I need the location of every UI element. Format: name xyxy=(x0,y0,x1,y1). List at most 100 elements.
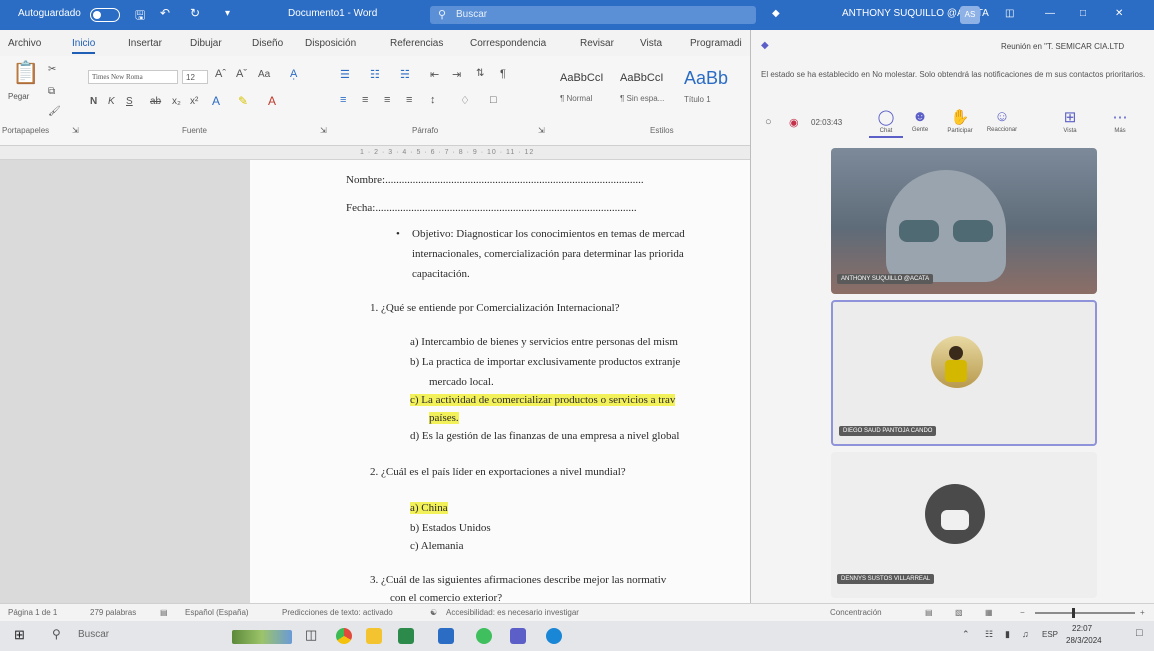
paragraph-launcher-icon[interactable]: ⇲ xyxy=(538,126,545,135)
shading-icon[interactable]: ♢ xyxy=(460,94,470,107)
borders-icon[interactable]: □ xyxy=(490,94,497,106)
customize-toolbar-icon[interactable]: ▾ xyxy=(225,8,230,19)
whatsapp-icon[interactable] xyxy=(476,628,492,644)
web-layout-icon[interactable]: ▦ xyxy=(985,608,993,617)
zoom-in-icon[interactable]: + xyxy=(1140,608,1145,617)
tab-disposicion[interactable]: Disposición xyxy=(305,38,356,49)
text-effects-icon[interactable]: A xyxy=(212,94,220,108)
autosave-toggle[interactable] xyxy=(90,8,120,22)
accessibility-status[interactable]: Accesibilidad: es necesario investigar xyxy=(446,608,579,617)
show-marks-icon[interactable]: ¶ xyxy=(500,68,506,80)
excel-icon[interactable] xyxy=(398,628,414,644)
react-button[interactable]: ☺ Reaccionar xyxy=(985,108,1019,133)
ruler[interactable]: 1 · 2 · 3 · 4 · 5 · 6 · 7 · 8 · 9 · 10 ·… xyxy=(0,146,760,160)
text-predictions-status[interactable]: Predicciones de texto: activado xyxy=(282,608,393,617)
input-language[interactable]: ESP xyxy=(1042,630,1058,639)
numbering-icon[interactable]: ☷ xyxy=(370,68,380,81)
justify-icon[interactable]: ≡ xyxy=(406,94,412,106)
tab-insertar[interactable]: Insertar xyxy=(128,38,162,49)
file-explorer-icon[interactable] xyxy=(366,628,382,644)
network-icon[interactable]: ☷ xyxy=(985,629,993,640)
word-count[interactable]: 279 palabras xyxy=(90,608,136,617)
subscript-icon[interactable]: x₂ xyxy=(172,96,181,107)
battery-icon[interactable]: ▮ xyxy=(1005,629,1010,640)
zoom-slider-thumb[interactable] xyxy=(1072,608,1075,618)
style-normal[interactable]: AaBbCcI ¶ Normal xyxy=(560,66,618,110)
tab-dibujar[interactable]: Dibujar xyxy=(190,38,222,49)
minimize-icon[interactable]: — xyxy=(1045,8,1055,19)
taskbar-search[interactable]: Buscar xyxy=(78,629,109,640)
participant-avatar-tile[interactable]: DIEGO SAUD PANTOJA CANDO xyxy=(831,300,1097,446)
accessibility-icon[interactable]: ☯ xyxy=(430,608,437,617)
font-name-select[interactable]: Times New Roma xyxy=(88,70,178,84)
tab-correspondencia[interactable]: Correspondencia xyxy=(470,38,546,49)
raise-hand-button[interactable]: ✋ Participar xyxy=(943,108,977,134)
decrease-indent-icon[interactable]: ⇤ xyxy=(430,68,439,81)
volume-icon[interactable]: ♫ xyxy=(1022,629,1029,639)
task-view-icon[interactable]: ◫ xyxy=(305,627,317,643)
more-button[interactable]: ⋯ Más xyxy=(1103,108,1137,134)
system-tray-chevron-icon[interactable]: ⌃ xyxy=(962,629,970,640)
search-icon[interactable]: ⚲ xyxy=(52,627,61,641)
bullets-icon[interactable]: ☰ xyxy=(340,68,350,81)
participant-video-tile[interactable]: ANTHONY SUQUILLO @ACATA xyxy=(831,148,1097,294)
tab-archivo[interactable]: Archivo xyxy=(8,38,41,49)
avatar[interactable]: AS xyxy=(960,6,980,24)
widgets-icon[interactable] xyxy=(232,630,292,644)
copy-icon[interactable]: ⧉ xyxy=(48,86,55,97)
sort-icon[interactable]: ⇅ xyxy=(476,68,484,79)
clipboard-launcher-icon[interactable]: ⇲ xyxy=(72,126,79,135)
align-left-icon[interactable]: ≡ xyxy=(340,94,346,106)
font-color-icon[interactable]: A xyxy=(268,94,276,108)
font-launcher-icon[interactable]: ⇲ xyxy=(320,126,327,135)
notifications-icon[interactable]: □ xyxy=(1136,627,1143,639)
align-right-icon[interactable]: ≡ xyxy=(384,94,390,106)
focus-mode-button[interactable]: Concentración xyxy=(830,608,882,617)
change-case-icon[interactable]: Aa xyxy=(258,69,270,80)
print-layout-icon[interactable]: ▧ xyxy=(955,608,963,617)
tab-revisar[interactable]: Revisar xyxy=(580,38,614,49)
save-icon[interactable]: 🖫 xyxy=(135,6,145,27)
clock-time[interactable]: 22:07 xyxy=(1072,624,1092,633)
increase-indent-icon[interactable]: ⇥ xyxy=(452,68,461,81)
windows-start-icon[interactable]: ⊞ xyxy=(14,627,25,643)
undo-icon[interactable]: ↶ xyxy=(160,6,170,20)
chrome-icon[interactable] xyxy=(336,628,352,644)
ribbon-display-icon[interactable]: ◫ xyxy=(1005,8,1014,19)
diamond-icon[interactable]: ◆ xyxy=(772,8,780,19)
cut-icon[interactable]: ✂ xyxy=(48,64,56,75)
zoom-slider[interactable] xyxy=(1035,612,1135,614)
superscript-icon[interactable]: x² xyxy=(190,96,198,107)
zoom-out-icon[interactable]: − xyxy=(1020,608,1025,617)
search-box[interactable]: ⚲ Buscar xyxy=(430,6,756,24)
tab-vista[interactable]: Vista xyxy=(640,38,662,49)
read-mode-icon[interactable]: ▤ xyxy=(925,608,933,617)
page-count[interactable]: Página 1 de 1 xyxy=(8,608,57,617)
clock-date[interactable]: 28/3/2024 xyxy=(1066,636,1102,645)
tab-referencias[interactable]: Referencias xyxy=(390,38,443,49)
multilevel-list-icon[interactable]: ☵ xyxy=(400,68,410,81)
tab-inicio[interactable]: Inicio xyxy=(72,38,96,54)
redo-icon[interactable]: ↻ xyxy=(190,6,200,20)
underline-icon[interactable]: S xyxy=(126,96,133,107)
document-page[interactable]: Nombre:.................................… xyxy=(250,160,760,604)
align-center-icon[interactable]: ≡ xyxy=(362,94,368,106)
clear-format-icon[interactable]: A̹ xyxy=(290,68,297,80)
proofing-icon[interactable]: ▤ xyxy=(160,608,168,617)
view-button[interactable]: ⊞ Vista xyxy=(1053,108,1087,134)
shrink-font-icon[interactable]: Aˇ xyxy=(236,68,247,80)
italic-icon[interactable]: K xyxy=(108,96,115,107)
chat-button[interactable]: ◯ Chat xyxy=(869,108,903,138)
style-no-spacing[interactable]: AaBbCcI ¶ Sin espa... xyxy=(620,66,678,110)
close-icon[interactable]: ✕ xyxy=(1115,8,1123,19)
teams-icon[interactable] xyxy=(510,628,526,644)
language-status[interactable]: Español (España) xyxy=(185,608,249,617)
maximize-icon[interactable]: □ xyxy=(1080,8,1086,19)
edge-icon[interactable] xyxy=(546,628,562,644)
line-spacing-icon[interactable]: ↕ xyxy=(430,94,436,106)
style-heading-1[interactable]: AaBb Título 1 xyxy=(684,66,742,110)
participant-avatar-tile[interactable]: DENNYS SUSTOS VILLARREAL xyxy=(831,452,1097,598)
tab-diseno[interactable]: Diseño xyxy=(252,38,283,49)
strikethrough-icon[interactable]: ab xyxy=(150,96,161,107)
people-button[interactable]: ☻ Gente xyxy=(903,108,937,133)
